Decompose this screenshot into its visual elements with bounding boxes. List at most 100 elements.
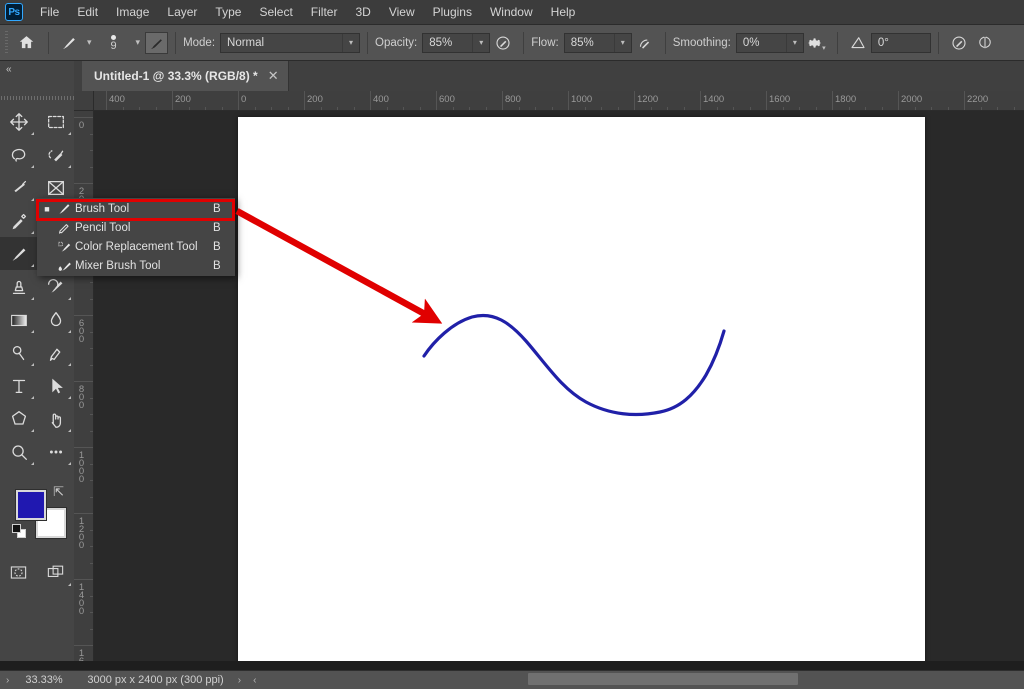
menu-item-help[interactable]: Help (542, 1, 585, 23)
edit-toolbar-tool[interactable] (37, 435, 74, 468)
ruler-tick (74, 183, 94, 184)
gradient-tool[interactable] (0, 303, 37, 336)
brush-tool[interactable] (0, 237, 37, 270)
ruler-minor-tick (799, 107, 800, 111)
flyout-item-shortcut: B (213, 241, 235, 253)
foreground-color-swatch[interactable] (16, 490, 46, 520)
brush-tool-flyout-menu: ■Brush ToolBPencil ToolBColor Replacemen… (37, 198, 235, 276)
ruler-minor-tick (535, 107, 536, 111)
horizontal-type-tool[interactable] (0, 369, 37, 402)
pressure-opacity-icon[interactable] (490, 30, 516, 56)
tools-panel-grip[interactable] (0, 91, 74, 105)
object-selection-tool[interactable] (37, 138, 74, 171)
ruler-minor-tick (90, 612, 94, 613)
airbrush-icon[interactable] (632, 30, 658, 56)
collapse-panels-icon[interactable]: « (0, 61, 74, 75)
ruler-minor-tick (90, 596, 94, 597)
horizontal-scrollbar-thumb[interactable] (528, 673, 798, 685)
ruler-label: 400 (370, 94, 389, 105)
opacity-input[interactable]: 85% ▾ (422, 33, 490, 53)
status-collapse-chevron-left-icon[interactable]: ‹ (247, 675, 262, 686)
menu-item-filter[interactable]: Filter (302, 1, 347, 23)
ruler-minor-tick (189, 107, 190, 111)
ruler-minor-tick (354, 107, 355, 111)
flow-input[interactable]: 85% ▾ (564, 33, 632, 53)
menu-item-file[interactable]: File (31, 1, 68, 23)
flyout-item-label: Mixer Brush Tool (75, 260, 213, 272)
crop-tool[interactable] (0, 171, 37, 204)
ruler-tick (74, 579, 94, 580)
document-tab[interactable]: Untitled-1 @ 33.3% (RGB/8) * ✕ (82, 61, 289, 91)
ruler-minor-tick (420, 107, 421, 111)
smoothing-input[interactable]: 0% ▾ (736, 33, 804, 53)
brush-angle-input[interactable]: 0° (871, 33, 931, 53)
symmetry-butterfly-icon[interactable] (972, 30, 998, 56)
menu-item-select[interactable]: Select (250, 1, 301, 23)
clone-stamp-tool[interactable] (0, 270, 37, 303)
default-colors-icon[interactable] (12, 524, 26, 538)
ruler-corner[interactable] (74, 91, 94, 111)
brush-preset-icon[interactable] (56, 30, 82, 56)
ruler-minor-tick (519, 107, 520, 111)
menu-item-plugins[interactable]: Plugins (424, 1, 481, 23)
swap-colors-icon[interactable]: ⇱ (53, 484, 64, 500)
zoom-level-field[interactable]: 33.33% (15, 674, 79, 686)
menu-item-window[interactable]: Window (481, 1, 542, 23)
rectangular-marquee-tool[interactable] (37, 105, 74, 138)
zoom-tool[interactable] (0, 435, 37, 468)
gear-icon[interactable]: ▾ (804, 30, 830, 56)
menu-item-edit[interactable]: Edit (68, 1, 107, 23)
brush-preset-chevron-down-icon[interactable]: ▾ (82, 37, 97, 48)
hand-tool[interactable] (37, 402, 74, 435)
ruler-minor-tick (90, 497, 94, 498)
options-bar-grip[interactable] (2, 31, 11, 55)
flyout-item-color-replacement-tool[interactable]: Color Replacement ToolB (37, 237, 235, 256)
ruler-label: 1600 (766, 94, 790, 105)
lasso-tool[interactable] (0, 138, 37, 171)
ruler-minor-tick (684, 107, 685, 111)
flyout-item-label: Color Replacement Tool (75, 241, 213, 253)
document-tab-title: Untitled-1 @ 33.3% (RGB/8) * (94, 69, 258, 83)
horizontal-ruler[interactable]: 6004002000200400600800100012001400160018… (94, 91, 1024, 111)
menu-item-image[interactable]: Image (107, 1, 158, 23)
photoshop-window: Ps FileEditImageLayerTypeSelectFilter3DV… (0, 0, 1024, 689)
brush-settings-panel-icon[interactable] (145, 32, 168, 54)
menu-item-type[interactable]: Type (206, 1, 250, 23)
move-tool[interactable] (0, 105, 37, 138)
chevron-right-icon[interactable]: › (0, 675, 15, 686)
ruler-minor-tick (90, 167, 94, 168)
blend-mode-select[interactable]: Normal ▾ (220, 33, 360, 53)
polygon-shape-tool[interactable] (0, 402, 37, 435)
divider (367, 32, 368, 54)
ruler-minor-tick (90, 530, 94, 531)
blue-brush-stroke (424, 315, 724, 414)
flyout-item-pencil-tool[interactable]: Pencil ToolB (37, 218, 235, 237)
pressure-size-icon[interactable] (946, 30, 972, 56)
image-canvas[interactable] (238, 117, 925, 667)
eyedropper-tool[interactable] (0, 204, 37, 237)
vertical-scroll-area[interactable] (1010, 111, 1024, 670)
selected-marker: ■ (41, 204, 53, 214)
flyout-item-brush-tool[interactable]: ■Brush ToolB (37, 199, 235, 218)
ruler-minor-tick (222, 107, 223, 111)
flyout-item-mixer-brush-tool[interactable]: Mixer Brush ToolB (37, 256, 235, 275)
home-button[interactable] (11, 30, 41, 56)
screen-mode-icon[interactable] (37, 556, 74, 589)
pen-tool[interactable] (37, 336, 74, 369)
ruler-minor-tick (601, 107, 602, 111)
blur-tool[interactable] (37, 303, 74, 336)
close-icon[interactable]: ✕ (268, 68, 279, 84)
ruler-minor-tick (90, 365, 94, 366)
menu-item-view[interactable]: View (380, 1, 424, 23)
status-expand-chevron-right-icon[interactable]: › (224, 675, 247, 686)
brush-size-preview[interactable]: 9 (97, 28, 131, 58)
brush-angle-icon[interactable] (845, 30, 871, 56)
brush-size-chevron-down-icon[interactable]: ▾ (131, 37, 146, 48)
menu-item-3d[interactable]: 3D (346, 1, 379, 23)
dodge-tool[interactable] (0, 336, 37, 369)
quick-mask-icon[interactable] (0, 556, 37, 589)
path-selection-tool[interactable] (37, 369, 74, 402)
menu-item-layer[interactable]: Layer (158, 1, 206, 23)
ruler-label: 0 (77, 120, 86, 128)
flyout-item-shortcut: B (213, 260, 235, 272)
